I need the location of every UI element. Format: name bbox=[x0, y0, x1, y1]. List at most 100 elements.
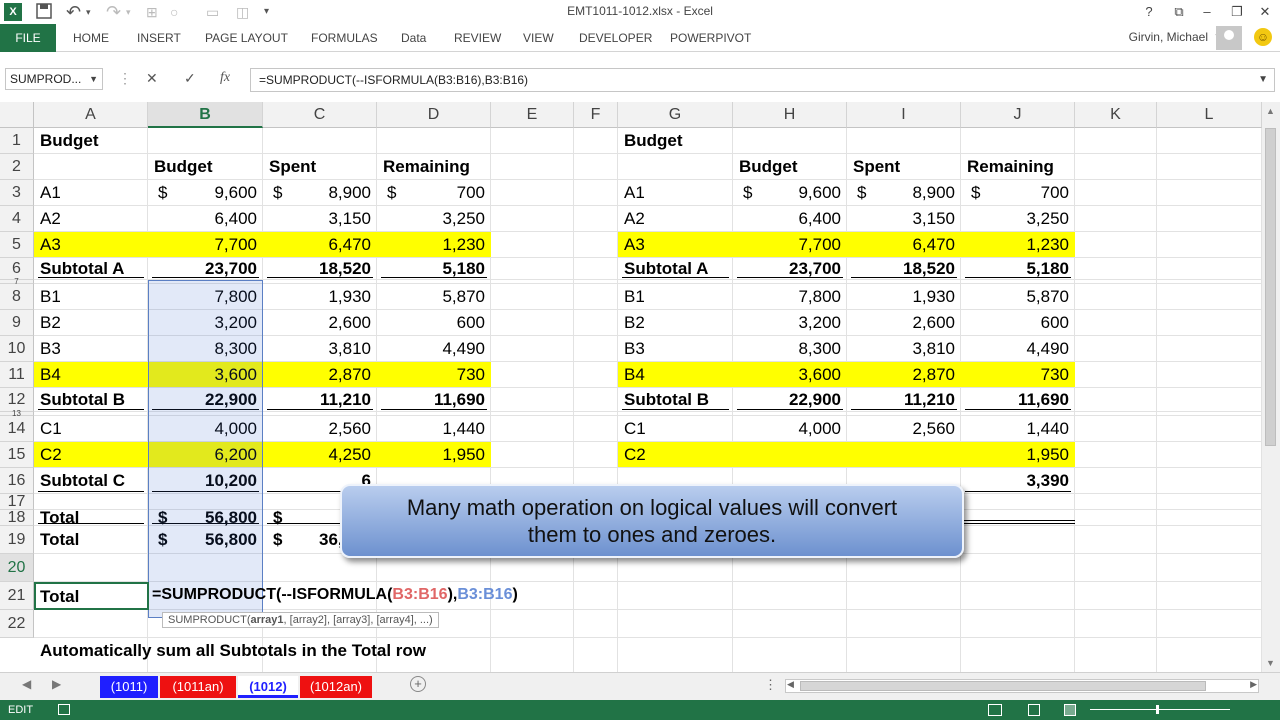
page-break-view-icon[interactable] bbox=[1064, 704, 1076, 716]
sheet-tab[interactable]: (1011an) bbox=[160, 676, 236, 698]
left-table-value[interactable]: 2,870 bbox=[265, 362, 375, 388]
right-table-title[interactable]: Budget bbox=[620, 128, 731, 154]
row-header[interactable]: 16 bbox=[0, 468, 34, 494]
tab-file[interactable]: FILE bbox=[0, 24, 56, 52]
left-table-value[interactable]: 9,600 bbox=[150, 180, 261, 206]
left-table-row-label[interactable]: A2 bbox=[36, 206, 146, 232]
row-header[interactable]: 2 bbox=[0, 154, 34, 180]
right-table-value[interactable]: 8,300 bbox=[735, 336, 845, 362]
cell-a20[interactable]: Total bbox=[36, 584, 146, 610]
row-header[interactable]: 18 bbox=[0, 510, 34, 526]
left-table-row-label[interactable]: B3 bbox=[36, 336, 146, 362]
right-table-value[interactable]: 1,440 bbox=[963, 416, 1073, 442]
row-header[interactable]: 8 bbox=[0, 284, 34, 310]
left-table-value[interactable]: 1,930 bbox=[265, 284, 375, 310]
column-header[interactable]: J bbox=[961, 102, 1075, 128]
left-table-value[interactable]: 730 bbox=[379, 362, 489, 388]
formula-input[interactable]: =SUMPRODUCT(--ISFORMULA(B3:B16),B3:B16) … bbox=[250, 68, 1275, 92]
left-table-row-label[interactable]: B4 bbox=[36, 362, 146, 388]
next-sheet-icon[interactable]: ▶ bbox=[52, 677, 61, 691]
tab-view[interactable]: VIEW bbox=[523, 24, 554, 52]
user-name[interactable]: Girvin, Michael bbox=[1129, 24, 1208, 50]
sheet-tab[interactable]: (1012an) bbox=[300, 676, 372, 698]
in-cell-formula[interactable]: =SUMPRODUCT(--ISFORMULA(B3:B16),B3:B16) bbox=[152, 586, 518, 604]
row-header[interactable]: 1 bbox=[0, 128, 34, 154]
name-box-dropdown-icon[interactable]: ▼ bbox=[89, 69, 98, 89]
zoom-slider-thumb[interactable] bbox=[1156, 705, 1159, 714]
add-sheet-icon[interactable]: + bbox=[410, 676, 426, 692]
left-table-value[interactable]: 4,250 bbox=[265, 442, 375, 468]
tab-formulas[interactable]: FORMULAS bbox=[311, 24, 378, 52]
right-table-row-label[interactable]: B4 bbox=[620, 362, 731, 388]
row-header[interactable]: 15 bbox=[0, 442, 34, 468]
right-table-row-label[interactable]: A3 bbox=[620, 232, 731, 258]
minimize-button[interactable]: – bbox=[1192, 2, 1222, 22]
column-header[interactable]: K bbox=[1075, 102, 1157, 128]
right-table-value[interactable]: 7,800 bbox=[735, 284, 845, 310]
right-table-value[interactable]: 7,700 bbox=[735, 232, 845, 258]
right-table-value[interactable]: 700 bbox=[963, 180, 1073, 206]
left-table-value[interactable]: 600 bbox=[379, 310, 489, 336]
left-table-row-label[interactable]: A3 bbox=[36, 232, 146, 258]
right-table-row-label[interactable]: A2 bbox=[620, 206, 731, 232]
help-button[interactable]: ? bbox=[1134, 2, 1164, 22]
left-table-value[interactable]: 8,900 bbox=[265, 180, 375, 206]
function-argument-tooltip[interactable]: SUMPRODUCT(array1, [array2], [array3], [… bbox=[162, 612, 439, 628]
horizontal-scrollbar[interactable]: ◀ ▶ bbox=[785, 679, 1259, 693]
right-table-value[interactable]: 4,490 bbox=[963, 336, 1073, 362]
close-button[interactable]: ✕ bbox=[1250, 2, 1280, 22]
row-header[interactable]: 5 bbox=[0, 232, 34, 258]
sheet-tab[interactable]: (1011) bbox=[100, 676, 158, 698]
left-table-header[interactable]: Budget bbox=[150, 154, 261, 180]
left-table-title[interactable]: Budget bbox=[36, 128, 146, 154]
vertical-scroll-thumb[interactable] bbox=[1265, 128, 1276, 446]
tab-powerpivot[interactable]: POWERPIVOT bbox=[670, 24, 751, 52]
left-table-value[interactable]: 1,950 bbox=[379, 442, 489, 468]
column-header[interactable]: D bbox=[377, 102, 491, 128]
left-table-header[interactable]: Spent bbox=[265, 154, 375, 180]
column-header[interactable]: E bbox=[491, 102, 574, 128]
vertical-scrollbar[interactable]: ▲ ▼ bbox=[1262, 102, 1280, 672]
column-header[interactable]: I bbox=[847, 102, 961, 128]
right-table-value[interactable]: 6,400 bbox=[735, 206, 845, 232]
left-table-value[interactable]: 1,440 bbox=[379, 416, 489, 442]
row-header[interactable]: 20 bbox=[0, 554, 34, 582]
left-table-value[interactable]: 3,250 bbox=[379, 206, 489, 232]
right-table-row-label[interactable]: B2 bbox=[620, 310, 731, 336]
left-table-value[interactable]: 3,810 bbox=[265, 336, 375, 362]
left-table-value[interactable]: 1,230 bbox=[379, 232, 489, 258]
left-table-header[interactable]: Remaining bbox=[379, 154, 489, 180]
left-table-value[interactable]: 700 bbox=[379, 180, 489, 206]
left-table-value[interactable]: 5,870 bbox=[379, 284, 489, 310]
page-layout-view-icon[interactable] bbox=[1028, 704, 1040, 716]
left-table-value[interactable]: 7,700 bbox=[150, 232, 261, 258]
macro-record-icon[interactable] bbox=[58, 704, 70, 715]
row-header[interactable]: 9 bbox=[0, 310, 34, 336]
tab-developer[interactable]: DEVELOPER bbox=[579, 24, 652, 52]
right-table-value[interactable]: 1,930 bbox=[849, 284, 959, 310]
right-table-value[interactable]: 5,870 bbox=[963, 284, 1073, 310]
right-table-row-label[interactable]: B1 bbox=[620, 284, 731, 310]
row-header[interactable]: 17 bbox=[0, 494, 34, 510]
enter-icon[interactable]: ✓ bbox=[184, 70, 196, 87]
right-table-value[interactable]: 2,870 bbox=[849, 362, 959, 388]
restore-button[interactable]: ❐ bbox=[1222, 2, 1252, 22]
tab-data[interactable]: Data bbox=[401, 24, 426, 52]
right-table-value[interactable]: 3,200 bbox=[735, 310, 845, 336]
right-table-value[interactable]: 6,470 bbox=[849, 232, 959, 258]
right-table-value[interactable]: 3,810 bbox=[849, 336, 959, 362]
zoom-slider[interactable] bbox=[1090, 709, 1230, 710]
left-table-value[interactable]: 2,600 bbox=[265, 310, 375, 336]
normal-view-icon[interactable] bbox=[988, 704, 1002, 716]
column-header[interactable]: F bbox=[574, 102, 618, 128]
right-table-value[interactable]: 8,900 bbox=[849, 180, 959, 206]
scroll-up-icon[interactable]: ▲ bbox=[1266, 106, 1275, 116]
left-table-row-label[interactable]: C2 bbox=[36, 442, 146, 468]
tab-page-layout[interactable]: PAGE LAYOUT bbox=[205, 24, 288, 52]
right-table-value[interactable]: 1,230 bbox=[963, 232, 1073, 258]
left-table-row-label[interactable]: C1 bbox=[36, 416, 146, 442]
right-table-value[interactable]: 730 bbox=[963, 362, 1073, 388]
select-all-corner[interactable] bbox=[0, 102, 34, 128]
left-table-row-label[interactable]: B1 bbox=[36, 284, 146, 310]
column-header[interactable]: G bbox=[618, 102, 733, 128]
